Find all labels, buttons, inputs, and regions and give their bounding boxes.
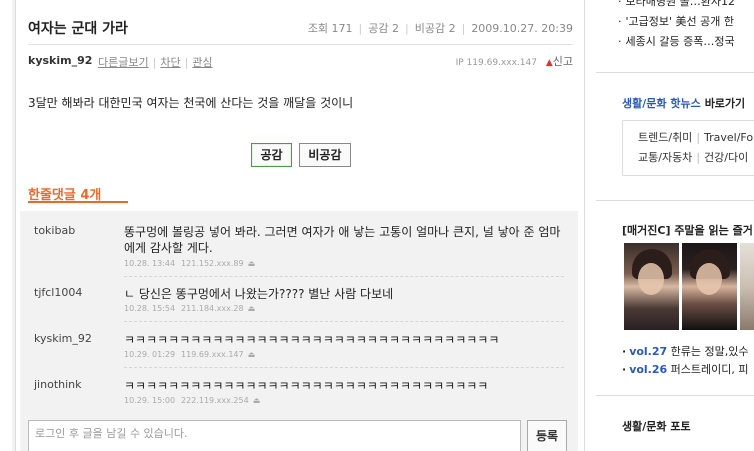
report-label: 신고 xyxy=(552,55,573,68)
category-traffic[interactable]: 교통/자동차 xyxy=(638,151,692,164)
magazine-image[interactable] xyxy=(682,243,737,330)
post-stats: 조회 171 | 공감 2 | 비공감 2 | 2009.10.27. 20:39 xyxy=(307,22,573,35)
magazine-title[interactable]: [매거진C] 주말을 읽는 즐거 xyxy=(622,222,753,238)
bullet-icon: · xyxy=(618,15,622,28)
comment-text: ㅋㅋㅋㅋㅋㅋㅋㅋㅋㅋㅋㅋㅋㅋㅋㅋㅋㅋㅋㅋㅋㅋㅋㅋㅋㅋㅋㅋㅋㅋㅋㅋㅋㅋ xyxy=(124,333,500,347)
comment-text: ㅋㅋㅋㅋㅋㅋㅋㅋㅋㅋㅋㅋㅋㅋㅋㅋㅋㅋㅋㅋㅋㅋㅋㅋㅋㅋㅋㅋㅋㅋㅋㅋㅋ xyxy=(124,379,489,393)
ip-info: IP 119.69.xxx.147 ▲신고 xyxy=(456,53,573,69)
comment-user[interactable]: jinothink xyxy=(34,378,82,391)
comment-user[interactable]: tjfcl1004 xyxy=(34,286,82,299)
comment-user[interactable]: kyskim_92 xyxy=(34,332,92,345)
bullet-icon: · xyxy=(618,0,622,8)
magazine-item-text: 퍼스트레이디, 피 xyxy=(670,363,749,376)
post-datetime: 2009.10.27. 20:39 xyxy=(471,22,573,35)
views-count: 조회 171 xyxy=(307,22,353,35)
hot-news-header: 생활/문화 핫뉴스 바로가기 xyxy=(622,95,745,111)
comment-date: 10.29. 01:29 xyxy=(124,350,176,359)
category-box: 트렌드/취미 | Travel/Fo 교통/자동차 | 건강/다이 xyxy=(622,120,754,176)
comment-input[interactable]: 로그인 후 글을 남길 수 있습니다. xyxy=(28,420,521,451)
news-item-label: '고급정보' 美선 공개 한 xyxy=(625,15,735,28)
agree-count: 공감 2 xyxy=(368,22,400,35)
magazine-image[interactable] xyxy=(624,243,679,330)
category-row: 교통/자동차 | 건강/다이 xyxy=(638,151,749,164)
magazine-vol: vol.26 xyxy=(629,363,668,376)
comment-divider xyxy=(124,321,564,322)
lock-icon: ⏏ xyxy=(247,259,256,268)
news-item-label: 세종시 갈등 증폭…정국 xyxy=(625,35,735,48)
news-item-label: 보라매병원 볼…환자12 xyxy=(625,0,735,8)
shortcut-link[interactable]: 바로가기 xyxy=(705,97,745,110)
disagree-count: 비공감 2 xyxy=(414,22,456,35)
comment-meta: 10.28. 15:54 211.184.xxx.28 ⏏ xyxy=(124,304,255,313)
news-item[interactable]: · 세종시 갈등 증폭…정국 xyxy=(618,32,735,52)
magazine-image-face xyxy=(638,263,664,295)
header-divider xyxy=(28,44,573,45)
comment-date: 10.29. 15:00 xyxy=(124,396,176,405)
bullet-icon: · xyxy=(618,35,622,48)
interest-link[interactable]: 관심 xyxy=(192,56,212,69)
photo-section-title[interactable]: 생활/문화 포토 xyxy=(622,418,691,434)
comment-meta: 10.28. 13:44 121.152.xxx.89 ⏏ xyxy=(124,259,255,268)
sidebar-divider xyxy=(596,200,754,201)
bullet-icon: · xyxy=(622,363,627,376)
comment-text: ㄴ 당신은 똥구멍에서 나왔는가???? 별난 사람 다보네 xyxy=(124,287,394,301)
sidebar: · 보라매병원 볼…환자12 · '고급정보' 美선 공개 한 · 세종시 갈등 증폭… xyxy=(596,0,754,451)
sidebar-divider xyxy=(596,72,754,73)
sidebar-divider xyxy=(596,395,754,396)
hot-news-title[interactable]: 생활/문화 핫뉴스 xyxy=(622,97,701,110)
comment-divider xyxy=(124,367,564,368)
siren-icon: ▲ xyxy=(545,58,553,68)
category-travel[interactable]: Travel/Fo xyxy=(704,131,753,144)
category-trend[interactable]: 트렌드/취미 xyxy=(638,131,692,144)
magazine-vol: vol.27 xyxy=(629,345,668,358)
comment-user[interactable]: tokibab xyxy=(34,224,75,237)
author-ip: IP 119.69.xxx.147 xyxy=(455,58,537,68)
post-container: 여자는 군대 가라 조회 171 | 공감 2 | 비공감 2 | 2009.10.27. … xyxy=(15,0,585,451)
news-list: · 보라매병원 볼…환자12 · '고급정보' 美선 공개 한 · 세종시 갈등 증폭… xyxy=(618,0,735,52)
comment-text: 똥구멍에 볼링공 넣어 봐라. 그러면 여자가 애 낳는 고통이 얼마나 큰지,… xyxy=(124,225,561,255)
comment-ip: 119.69.xxx.147 xyxy=(181,350,244,359)
news-item[interactable]: · 보라매병원 볼…환자12 xyxy=(618,0,735,12)
report-button[interactable]: ▲신고 xyxy=(546,55,573,68)
comment-meta: 10.29. 01:29 119.69.xxx.147 ⏏ xyxy=(124,350,255,359)
post-title: 여자는 군대 가라 xyxy=(28,21,128,37)
block-link[interactable]: 차단 xyxy=(160,56,180,69)
magazine-image[interactable] xyxy=(740,243,754,330)
other-posts-link[interactable]: 다른글보기 xyxy=(98,56,149,69)
comment-ip: 211.184.xxx.28 xyxy=(181,304,244,313)
category-health[interactable]: 건강/다이 xyxy=(704,151,748,164)
magazine-item[interactable]: · vol.26 퍼스트레이디, 피 xyxy=(622,361,749,379)
bullet-icon: · xyxy=(622,345,627,358)
comment-ip: 222.119.xxx.254 xyxy=(181,396,249,405)
lock-icon: ⏏ xyxy=(252,396,261,405)
lock-icon: ⏏ xyxy=(247,304,256,313)
vote-row: 공감 비공감 xyxy=(16,143,586,167)
disagree-button[interactable]: 비공감 xyxy=(299,143,351,167)
author-links: 다른글보기 | 차단 | 관심 xyxy=(98,56,213,69)
lock-icon: ⏏ xyxy=(247,350,256,359)
author-row: kyskim_92 다른글보기 | 차단 | 관심 IP 119.69.xxx.147 … xyxy=(28,52,573,72)
comment-meta: 10.29. 15:00 222.119.xxx.254 ⏏ xyxy=(124,396,260,405)
magazine-item[interactable]: · vol.27 한류는 정말,있수 xyxy=(622,343,749,361)
magazine-image-face xyxy=(696,263,722,295)
comment-ip: 121.152.xxx.89 xyxy=(181,259,244,268)
category-row: 트렌드/취미 | Travel/Fo xyxy=(638,131,754,144)
magazine-list: · vol.27 한류는 정말,있수 · vol.26 퍼스트레이디, 피 xyxy=(622,343,749,379)
comment-divider xyxy=(124,276,564,277)
comment-list: tokibab 똥구멍에 볼링공 넣어 봐라. 그러면 여자가 애 낳는 고통이… xyxy=(20,211,578,451)
agree-button[interactable]: 공감 xyxy=(251,143,292,167)
comment-count-underline xyxy=(28,201,128,203)
magazine-item-text: 한류는 정말,있수 xyxy=(670,345,749,358)
post-body: 3달만 해봐라 대한민국 여자는 천국에 산다는 것을 깨달을 것이니 xyxy=(28,96,354,110)
comment-date: 10.28. 15:54 xyxy=(124,304,176,313)
comment-date: 10.28. 13:44 xyxy=(124,259,176,268)
post-header: 여자는 군대 가라 조회 171 | 공감 2 | 비공감 2 | 2009.10.27. … xyxy=(28,18,573,40)
news-item[interactable]: · '고급정보' 美선 공개 한 xyxy=(618,12,735,32)
submit-comment-button[interactable]: 등록 xyxy=(527,420,567,451)
author-name[interactable]: kyskim_92 xyxy=(28,54,92,67)
